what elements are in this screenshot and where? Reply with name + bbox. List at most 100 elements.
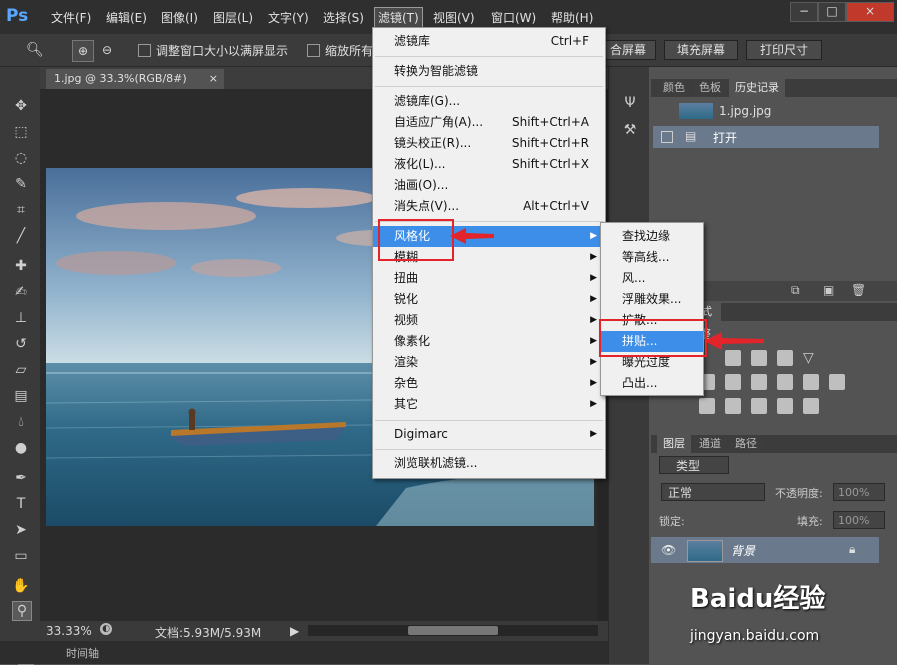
pen-tool-icon[interactable]: ✒ bbox=[12, 469, 30, 487]
gradient-tool-icon[interactable]: ▤ bbox=[12, 387, 30, 405]
maximize-button[interactable]: □ bbox=[818, 2, 846, 22]
menu-item-render[interactable]: 渲染 ▶ bbox=[373, 352, 605, 373]
menu-type[interactable]: 文字(Y) bbox=[268, 9, 309, 26]
history-snapshot[interactable]: 1.jpg.jpg bbox=[655, 101, 881, 123]
blend-mode-select[interactable]: 正常 bbox=[661, 483, 765, 501]
menu-item-convert-smart-filter[interactable]: 转换为智能滤镜 bbox=[373, 61, 605, 82]
tab-paths[interactable]: 路径 bbox=[729, 435, 763, 453]
close-tab-icon[interactable]: × bbox=[209, 69, 218, 89]
zoom-in-icon[interactable]: ⊕ bbox=[72, 40, 94, 62]
menu-item-vanishing-point[interactable]: 消失点(V)... Alt+Ctrl+V bbox=[373, 196, 605, 217]
history-step[interactable]: ▤ 打开 bbox=[653, 126, 879, 148]
tool-presets-icon[interactable]: ⚒ bbox=[621, 122, 639, 140]
vibrance-icon[interactable]: ▽ bbox=[803, 350, 819, 366]
tab-color[interactable]: 颜色 bbox=[657, 79, 691, 97]
menu-item-distort[interactable]: 扭曲 ▶ bbox=[373, 268, 605, 289]
document-tab[interactable]: 1.jpg @ 33.3%(RGB/8#) × bbox=[46, 69, 224, 89]
eraser-tool-icon[interactable]: ▱ bbox=[12, 361, 30, 379]
type-tool-icon[interactable]: T bbox=[12, 495, 30, 513]
layer-filter-select[interactable]: 类型 bbox=[659, 456, 729, 474]
timeline-tab[interactable]: 时间轴 bbox=[66, 645, 99, 661]
submenu-item-find-edges[interactable]: 查找边缘 bbox=[601, 226, 703, 247]
menu-select[interactable]: 选择(S) bbox=[323, 9, 364, 26]
zoom-tool-icon[interactable]: 🔍︎ bbox=[26, 42, 44, 58]
path-select-tool-icon[interactable]: ➤ bbox=[12, 521, 30, 539]
menu-item-filter-gallery[interactable]: 滤镜库(G)... bbox=[373, 91, 605, 112]
print-size-button[interactable]: 打印尺寸 bbox=[746, 40, 822, 60]
menu-item-adaptive-wide-angle[interactable]: 自适应广角(A)... Shift+Ctrl+A bbox=[373, 112, 605, 133]
menu-view[interactable]: 视图(V) bbox=[433, 9, 475, 26]
menu-item-other[interactable]: 其它 ▶ bbox=[373, 394, 605, 415]
menu-item-noise[interactable]: 杂色 ▶ bbox=[373, 373, 605, 394]
tab-swatches[interactable]: 色板 bbox=[693, 79, 727, 97]
tab-channels[interactable]: 通道 bbox=[693, 435, 727, 453]
menu-edit[interactable]: 编辑(E) bbox=[106, 9, 147, 26]
fill-screen-button[interactable]: 填充屏幕 bbox=[664, 40, 738, 60]
menu-layer[interactable]: 图层(L) bbox=[213, 9, 253, 26]
zoom-all-checkbox[interactable] bbox=[307, 44, 320, 57]
blur-tool-icon[interactable]: 💧︎ bbox=[12, 413, 30, 431]
close-button[interactable]: × bbox=[846, 2, 894, 22]
eye-icon[interactable]: 👁︎ bbox=[661, 543, 676, 557]
submenu-item-contour[interactable]: 等高线... bbox=[601, 247, 703, 268]
menu-item-filter-gallery-last[interactable]: 滤镜库 Ctrl+F bbox=[373, 31, 605, 52]
dodge-tool-icon[interactable]: ● bbox=[12, 439, 30, 457]
tab-history[interactable]: 历史记录 bbox=[729, 79, 785, 97]
selective-color-icon[interactable] bbox=[777, 398, 793, 414]
shape-tool-icon[interactable]: ▭ bbox=[12, 547, 30, 565]
color-lookup-icon[interactable] bbox=[829, 374, 845, 390]
crop-tool-icon[interactable]: ⌗ bbox=[12, 201, 30, 219]
brush-presets-icon[interactable]: Ψ bbox=[621, 95, 639, 113]
levels-icon[interactable] bbox=[725, 350, 741, 366]
layer-row-background[interactable]: 👁︎ 背景 🔒︎ bbox=[651, 537, 879, 563]
menu-item-video[interactable]: 视频 ▶ bbox=[373, 310, 605, 331]
black-white-icon[interactable] bbox=[751, 374, 767, 390]
hand-tool-icon[interactable]: ✋ bbox=[12, 577, 30, 595]
marquee-tool-icon[interactable]: ⬚ bbox=[12, 123, 30, 141]
menu-item-oil-paint[interactable]: 油画(O)... bbox=[373, 175, 605, 196]
opacity-field[interactable]: 100% bbox=[833, 483, 885, 501]
zoom-out-icon[interactable]: ⊖ bbox=[97, 40, 117, 60]
resize-windows-checkbox[interactable] bbox=[138, 44, 151, 57]
submenu-item-emboss[interactable]: 浮雕效果... bbox=[601, 289, 703, 310]
trash-icon[interactable]: 🗑︎ bbox=[851, 283, 866, 297]
fit-screen-button[interactable]: 合屏幕 bbox=[600, 40, 656, 60]
new-document-icon[interactable]: ⧉ bbox=[791, 283, 800, 298]
history-step-checkbox[interactable] bbox=[661, 131, 673, 143]
layer-name[interactable]: 背景 bbox=[731, 542, 755, 559]
horizontal-scrollbar[interactable] bbox=[308, 625, 598, 636]
threshold-icon[interactable] bbox=[751, 398, 767, 414]
color-balance-icon[interactable] bbox=[725, 374, 741, 390]
menu-item-sharpen[interactable]: 锐化 ▶ bbox=[373, 289, 605, 310]
history-brush-tool-icon[interactable]: ↺ bbox=[12, 335, 30, 353]
posterize-icon[interactable] bbox=[725, 398, 741, 414]
zoom-tool-icon[interactable]: ⚲ bbox=[12, 601, 32, 621]
scrollbar-thumb[interactable] bbox=[408, 626, 498, 635]
submenu-item-extrude[interactable]: 凸出... bbox=[601, 373, 703, 394]
menu-item-lens-correction[interactable]: 镜头校正(R)... Shift+Ctrl+R bbox=[373, 133, 605, 154]
healing-brush-tool-icon[interactable]: ✚ bbox=[12, 257, 30, 275]
zoom-level[interactable]: 33.33% bbox=[46, 624, 92, 638]
menu-item-browse-online-filters[interactable]: 浏览联机滤镜... bbox=[373, 453, 605, 474]
minimize-button[interactable]: − bbox=[790, 2, 818, 22]
camera-icon[interactable]: ▣ bbox=[823, 283, 834, 297]
menu-window[interactable]: 窗口(W) bbox=[491, 9, 536, 26]
channel-mixer-icon[interactable] bbox=[803, 374, 819, 390]
exposure-icon[interactable] bbox=[777, 350, 793, 366]
brush-tool-icon[interactable]: ✍ bbox=[12, 283, 30, 301]
move-tool-icon[interactable]: ✥ bbox=[12, 97, 30, 115]
fill-field[interactable]: 100% bbox=[833, 511, 885, 529]
curves-icon[interactable] bbox=[751, 350, 767, 366]
menu-image[interactable]: 图像(I) bbox=[161, 9, 198, 26]
invert-icon[interactable] bbox=[699, 398, 715, 414]
gradient-map-icon[interactable] bbox=[803, 398, 819, 414]
menu-filter[interactable]: 滤镜(T) bbox=[374, 7, 423, 28]
menu-item-digimarc[interactable]: Digimarc ▶ bbox=[373, 424, 605, 445]
menu-item-liquify[interactable]: 液化(L)... Shift+Ctrl+X bbox=[373, 154, 605, 175]
quick-select-tool-icon[interactable]: ✎ bbox=[12, 175, 30, 193]
menu-item-pixelate[interactable]: 像素化 ▶ bbox=[373, 331, 605, 352]
lasso-tool-icon[interactable]: ◌ bbox=[12, 149, 30, 167]
clone-stamp-tool-icon[interactable]: ⊥ bbox=[12, 309, 30, 327]
menu-help[interactable]: 帮助(H) bbox=[551, 9, 593, 26]
eyedropper-tool-icon[interactable]: ╱ bbox=[12, 227, 30, 245]
